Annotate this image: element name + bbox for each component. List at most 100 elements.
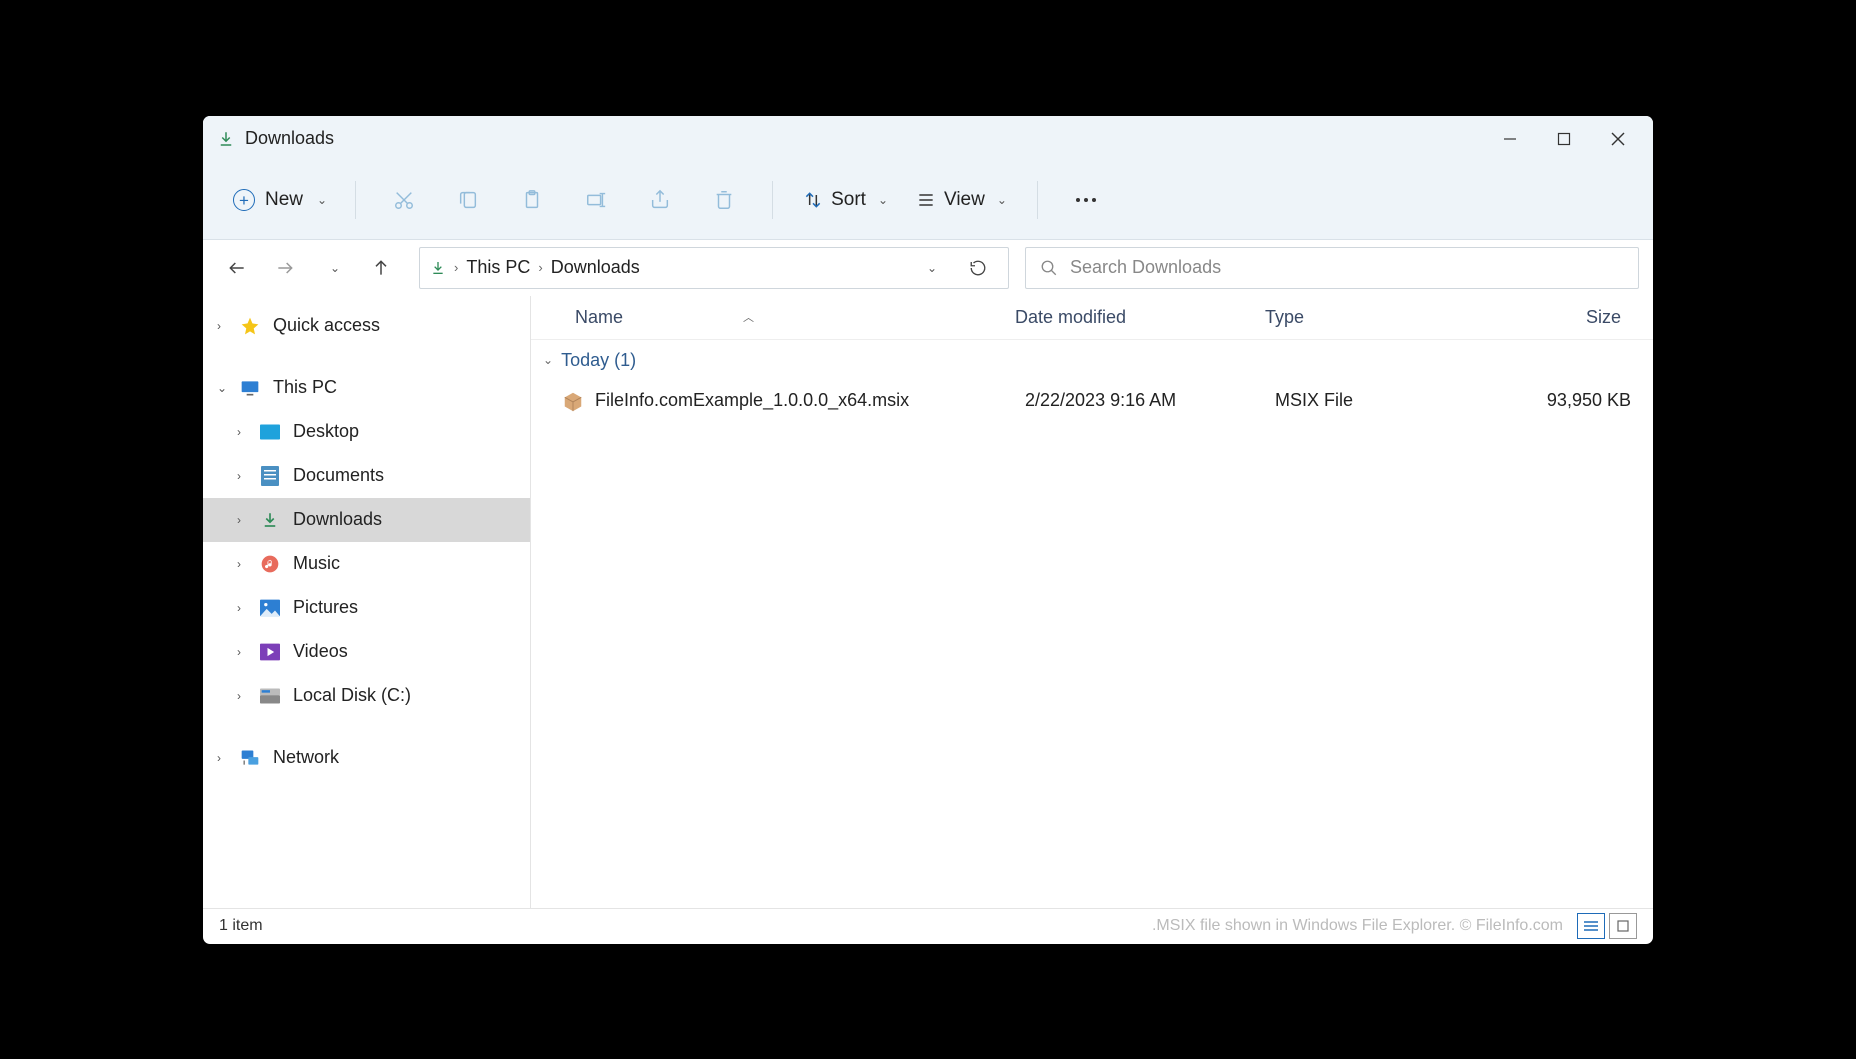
search-input[interactable] xyxy=(1070,257,1624,278)
sidebar-label: Desktop xyxy=(293,421,359,442)
up-button[interactable] xyxy=(361,248,401,288)
address-bar[interactable]: › This PC › Downloads ⌄ xyxy=(419,247,1009,289)
view-icon xyxy=(916,190,936,210)
separator xyxy=(772,181,773,219)
column-header-type[interactable]: Type xyxy=(1265,307,1481,328)
documents-icon xyxy=(259,465,281,487)
sidebar-label: This PC xyxy=(273,377,337,398)
videos-icon xyxy=(259,641,281,663)
sidebar-pictures[interactable]: › Pictures xyxy=(203,586,530,630)
chevron-right-icon: › xyxy=(237,645,253,659)
recent-locations-button[interactable]: ⌄ xyxy=(313,248,353,288)
chevron-right-icon: › xyxy=(237,469,253,483)
copy-button[interactable] xyxy=(446,178,490,222)
chevron-right-icon: › xyxy=(217,319,233,333)
group-label: Today (1) xyxy=(561,350,636,371)
star-icon xyxy=(239,315,261,337)
footer-note: .MSIX file shown in Windows File Explore… xyxy=(1152,917,1563,935)
sort-button[interactable]: Sort ⌄ xyxy=(795,183,896,217)
forward-button[interactable] xyxy=(265,248,305,288)
sidebar-documents[interactable]: › Documents xyxy=(203,454,530,498)
chevron-right-icon: › xyxy=(237,513,253,527)
file-date: 2/22/2023 9:16 AM xyxy=(1025,390,1275,411)
thumbnails-view-button[interactable] xyxy=(1609,913,1637,939)
delete-button[interactable] xyxy=(702,178,746,222)
new-button[interactable]: + New ⌄ xyxy=(223,183,337,217)
view-label: View xyxy=(944,189,985,211)
sidebar-label: Videos xyxy=(293,641,348,662)
sidebar-videos[interactable]: › Videos xyxy=(203,630,530,674)
window-controls xyxy=(1483,117,1645,161)
sidebar-label: Network xyxy=(273,747,339,768)
status-bar: 1 item .MSIX file shown in Windows File … xyxy=(203,908,1653,944)
refresh-button[interactable] xyxy=(958,248,998,288)
maximize-button[interactable] xyxy=(1537,117,1591,161)
sidebar-downloads[interactable]: › Downloads xyxy=(203,498,530,542)
chevron-down-icon: ⌄ xyxy=(543,353,553,367)
sidebar-label: Documents xyxy=(293,465,384,486)
more-button[interactable] xyxy=(1064,178,1108,222)
minimize-button[interactable] xyxy=(1483,117,1537,161)
column-header-name[interactable]: Name ︿ xyxy=(575,307,1015,328)
file-name: FileInfo.comExample_1.0.0.0_x64.msix xyxy=(595,390,1025,411)
sidebar-this-pc[interactable]: ⌄ This PC xyxy=(203,366,530,410)
rename-button[interactable] xyxy=(574,178,618,222)
music-icon xyxy=(259,553,281,575)
sidebar-network[interactable]: › Network xyxy=(203,736,530,780)
group-header-today[interactable]: ⌄ Today (1) xyxy=(531,340,1653,379)
separator xyxy=(1037,181,1038,219)
view-mode-toggle xyxy=(1577,913,1637,939)
file-row[interactable]: FileInfo.comExample_1.0.0.0_x64.msix 2/2… xyxy=(531,379,1653,423)
sidebar-label: Pictures xyxy=(293,597,358,618)
sort-label: Sort xyxy=(831,189,866,211)
details-view-button[interactable] xyxy=(1577,913,1605,939)
back-button[interactable] xyxy=(217,248,257,288)
cut-button[interactable] xyxy=(382,178,426,222)
window-title: Downloads xyxy=(245,128,334,149)
file-type: MSIX File xyxy=(1275,390,1491,411)
chevron-down-icon: ⌄ xyxy=(927,261,937,275)
chevron-down-icon: ⌄ xyxy=(997,193,1007,207)
chevron-right-icon: › xyxy=(237,425,253,439)
sidebar-label: Local Disk (C:) xyxy=(293,685,411,706)
address-dropdown-button[interactable]: ⌄ xyxy=(910,248,950,288)
separator xyxy=(355,181,356,219)
view-button[interactable]: View ⌄ xyxy=(908,183,1015,217)
downloads-icon xyxy=(259,509,281,531)
paste-button[interactable] xyxy=(510,178,554,222)
col-name-label: Name xyxy=(575,307,623,328)
breadcrumb-downloads[interactable]: Downloads xyxy=(551,257,640,278)
chevron-right-icon: › xyxy=(237,689,253,703)
pictures-icon xyxy=(259,597,281,619)
chevron-down-icon: ⌄ xyxy=(878,193,888,207)
titlebar: Downloads xyxy=(203,116,1653,162)
downloads-icon xyxy=(430,260,446,276)
chevron-right-icon: › xyxy=(538,260,542,275)
chevron-right-icon: › xyxy=(217,751,233,765)
sidebar-desktop[interactable]: › Desktop xyxy=(203,410,530,454)
breadcrumb-this-pc[interactable]: This PC xyxy=(466,257,530,278)
search-box[interactable] xyxy=(1025,247,1639,289)
body: › Quick access ⌄ This PC › Desktop › Doc… xyxy=(203,296,1653,908)
share-button[interactable] xyxy=(638,178,682,222)
sidebar-label: Quick access xyxy=(273,315,380,336)
close-button[interactable] xyxy=(1591,117,1645,161)
sort-asc-icon: ︿ xyxy=(743,309,754,325)
column-header-date[interactable]: Date modified xyxy=(1015,307,1265,328)
downloads-icon xyxy=(217,130,235,148)
column-header-size[interactable]: Size xyxy=(1481,307,1621,328)
sidebar-local-disk[interactable]: › Local Disk (C:) xyxy=(203,674,530,718)
file-explorer-window: Downloads + New ⌄ Sort ⌄ View ⌄ xyxy=(202,115,1654,945)
toolbar: + New ⌄ Sort ⌄ View ⌄ xyxy=(203,162,1653,240)
column-headers: Name ︿ Date modified Type Size xyxy=(531,296,1653,340)
chevron-down-icon: ⌄ xyxy=(330,261,340,275)
drive-icon xyxy=(259,685,281,707)
file-list: Name ︿ Date modified Type Size ⌄ Today (… xyxy=(531,296,1653,908)
sidebar-label: Music xyxy=(293,553,340,574)
sidebar-quick-access[interactable]: › Quick access xyxy=(203,304,530,348)
chevron-right-icon: › xyxy=(237,557,253,571)
sidebar-music[interactable]: › Music xyxy=(203,542,530,586)
package-icon xyxy=(561,389,585,413)
new-label: New xyxy=(265,189,303,211)
network-icon xyxy=(239,747,261,769)
